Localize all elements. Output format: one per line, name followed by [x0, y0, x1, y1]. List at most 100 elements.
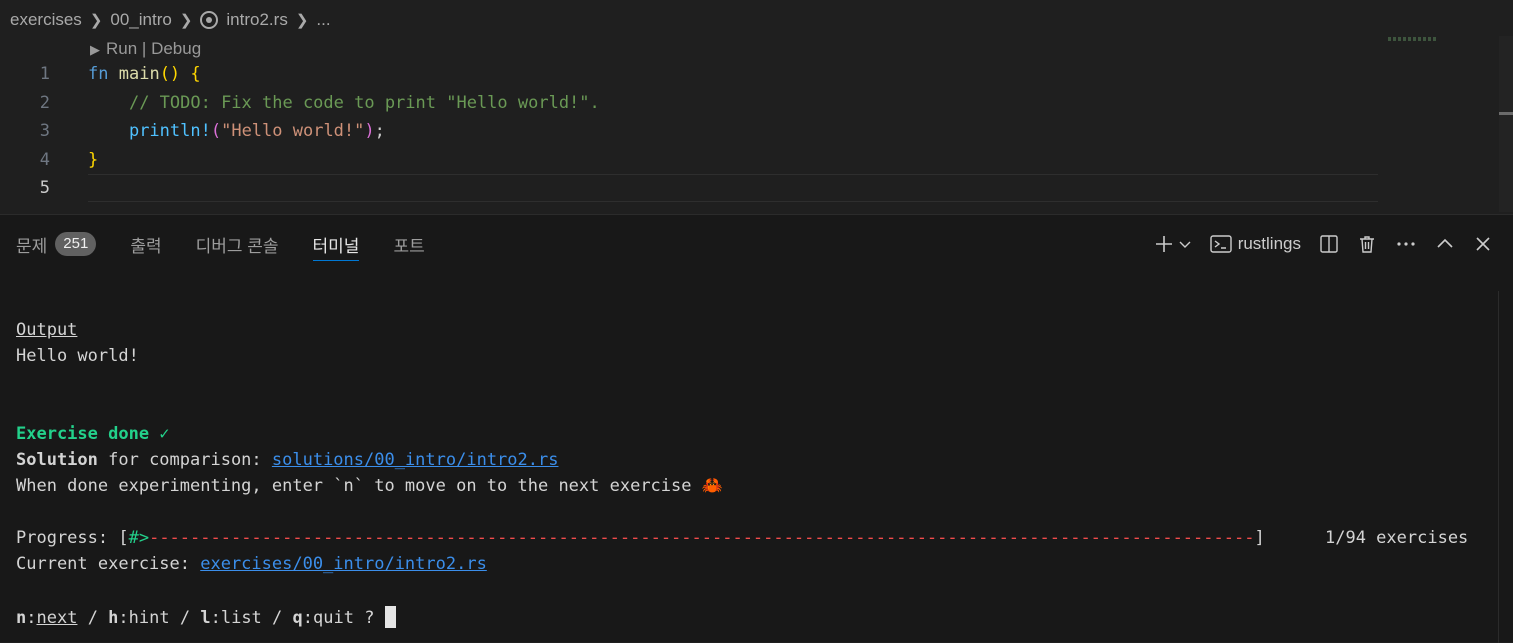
chevron-right-icon: ❯ — [295, 12, 309, 29]
progress-remaining: ----------------------------------------… — [149, 528, 1255, 548]
comment: // TODO: Fix the code to print "Hello wo… — [128, 93, 600, 113]
prompt-sep: / — [261, 608, 293, 628]
play-icon: ▶ — [90, 42, 100, 57]
code-line-3[interactable]: println!("Hello world!"); — [88, 121, 385, 141]
breadcrumb-item-symbols[interactable]: ... — [316, 10, 330, 30]
panel-actions: rustlings — [1154, 229, 1493, 259]
breadcrumb-item-exercises[interactable]: exercises — [10, 10, 82, 30]
codelens-sep: | — [137, 39, 152, 58]
progress-filled: #> — [128, 528, 150, 548]
line-number: 2 — [39, 93, 50, 113]
exercise-done-message: Exercise done ✓ — [16, 424, 170, 444]
keyword-fn: fn — [88, 64, 109, 84]
close-brace: } — [88, 150, 99, 170]
minimap[interactable] — [1388, 37, 1436, 41]
split-icon — [1320, 235, 1338, 253]
new-terminal-button[interactable] — [1154, 234, 1192, 254]
tab-terminal-label: 터미널 — [312, 236, 360, 256]
current-exercise-label: Current exercise: — [16, 554, 201, 574]
breadcrumb-item-00-intro[interactable]: 00_intro — [110, 10, 171, 30]
tab-terminal[interactable]: 터미널 — [312, 229, 360, 261]
tab-ports-label: 포트 — [393, 236, 425, 256]
solution-link[interactable]: solutions/00_intro/intro2.rs — [272, 450, 559, 470]
progress-count: 1/94 exercises — [1325, 528, 1469, 548]
output-text: Hello world! — [16, 346, 139, 366]
open-paren: ( — [210, 121, 222, 141]
close-paren: ) — [364, 121, 375, 141]
split-terminal-button[interactable] — [1319, 234, 1339, 254]
close-panel-button[interactable] — [1473, 234, 1493, 254]
macro-call: println! — [128, 121, 211, 141]
scrollbar-position-marker — [1499, 112, 1513, 115]
parens: () — [159, 64, 181, 84]
solution-text: for comparison: — [97, 450, 272, 470]
key-q: q — [292, 608, 303, 628]
code-line-4[interactable]: } — [88, 150, 98, 170]
kill-terminal-button[interactable] — [1357, 234, 1377, 254]
prompt-sep: / — [169, 608, 201, 628]
code-line-2[interactable]: // TODO: Fix the code to print "Hello wo… — [88, 93, 600, 113]
editor[interactable]: exercises ❯ 00_intro ❯ intro2.rs ❯ ... ▶… — [0, 0, 1513, 214]
code-line-1[interactable]: fn main() { — [88, 64, 201, 84]
chevron-up-icon — [1437, 238, 1453, 248]
codelens-run-debug[interactable]: ▶ Run | Debug — [90, 39, 201, 59]
codelens-run[interactable]: Run — [106, 39, 137, 58]
cmd-quit: quit — [313, 608, 354, 628]
solution-label: Solution — [16, 450, 98, 470]
solution-line: Solution for comparison: solutions/00_in… — [16, 450, 558, 470]
progress-line: Progress: [#>---------------------------… — [16, 528, 1265, 548]
chevron-right-icon: ❯ — [89, 12, 103, 29]
tab-problems-label: 문제 — [16, 236, 48, 256]
when-done-message: When done experimenting, enter `n` to mo… — [16, 476, 723, 496]
more-icon — [1397, 242, 1415, 246]
line-number: 4 — [39, 150, 50, 170]
progress-label: Progress: [ — [16, 528, 129, 548]
chevron-right-icon: ❯ — [179, 12, 193, 29]
editor-scrollbar[interactable] — [1499, 36, 1513, 212]
current-exercise-link[interactable]: exercises/00_intro/intro2.rs — [200, 554, 487, 574]
prompt-tail: ? — [353, 608, 385, 628]
trash-icon — [1360, 236, 1374, 253]
breadcrumb: exercises ❯ 00_intro ❯ intro2.rs ❯ ... — [10, 8, 331, 32]
codelens-debug[interactable]: Debug — [151, 39, 201, 58]
tab-output[interactable]: 출력 — [130, 229, 161, 259]
terminal-instance[interactable]: rustlings — [1209, 234, 1301, 254]
key-h: h — [108, 608, 119, 628]
close-icon — [1476, 237, 1490, 251]
tab-ports[interactable]: 포트 — [393, 229, 424, 259]
current-exercise-line: Current exercise: exercises/00_intro/int… — [16, 554, 487, 574]
cmd-next: next — [36, 608, 78, 628]
add-icon — [1155, 236, 1172, 252]
cmd-list: list — [220, 608, 262, 628]
line-number: 3 — [39, 121, 50, 141]
output-heading: Output — [16, 320, 78, 340]
terminal-cursor — [384, 606, 396, 628]
prompt-sep: / — [77, 608, 109, 628]
maximize-panel-button[interactable] — [1435, 234, 1455, 254]
breadcrumb-item-file[interactable]: intro2.rs — [226, 10, 287, 30]
tab-output-label: 출력 — [130, 236, 162, 256]
semicolon: ; — [374, 121, 385, 141]
key-l: l — [200, 608, 211, 628]
line-number-active: 5 — [39, 178, 50, 198]
bottom-panel: 문제 251 출력 디버그 콘솔 터미널 포트 rustlings Output… — [0, 214, 1513, 643]
tab-debug-console[interactable]: 디버그 콘솔 — [196, 229, 279, 259]
terminal-icon — [1209, 235, 1232, 253]
terminal-name: rustlings — [1237, 234, 1301, 253]
chevron-down-icon[interactable] — [1178, 237, 1192, 251]
problems-count-badge: 251 — [55, 232, 97, 256]
more-actions-button[interactable] — [1395, 234, 1417, 254]
function-name: main — [118, 64, 160, 84]
current-line-highlight — [88, 174, 1378, 202]
rust-file-icon — [200, 11, 219, 29]
progress-close: ] — [1254, 528, 1265, 548]
string-literal: "Hello world!" — [221, 121, 365, 141]
terminal-scrollbar[interactable] — [1498, 291, 1513, 643]
tab-problems[interactable]: 문제 251 — [16, 229, 97, 259]
tab-debug-console-label: 디버그 콘솔 — [195, 236, 279, 256]
open-brace: { — [190, 64, 201, 84]
command-prompt[interactable]: n:next / h:hint / l:list / q:quit ? — [16, 606, 396, 628]
cmd-hint: hint — [128, 608, 170, 628]
panel-tabs: 문제 251 출력 디버그 콘솔 터미널 포트 — [16, 229, 459, 261]
line-number: 1 — [39, 64, 50, 84]
